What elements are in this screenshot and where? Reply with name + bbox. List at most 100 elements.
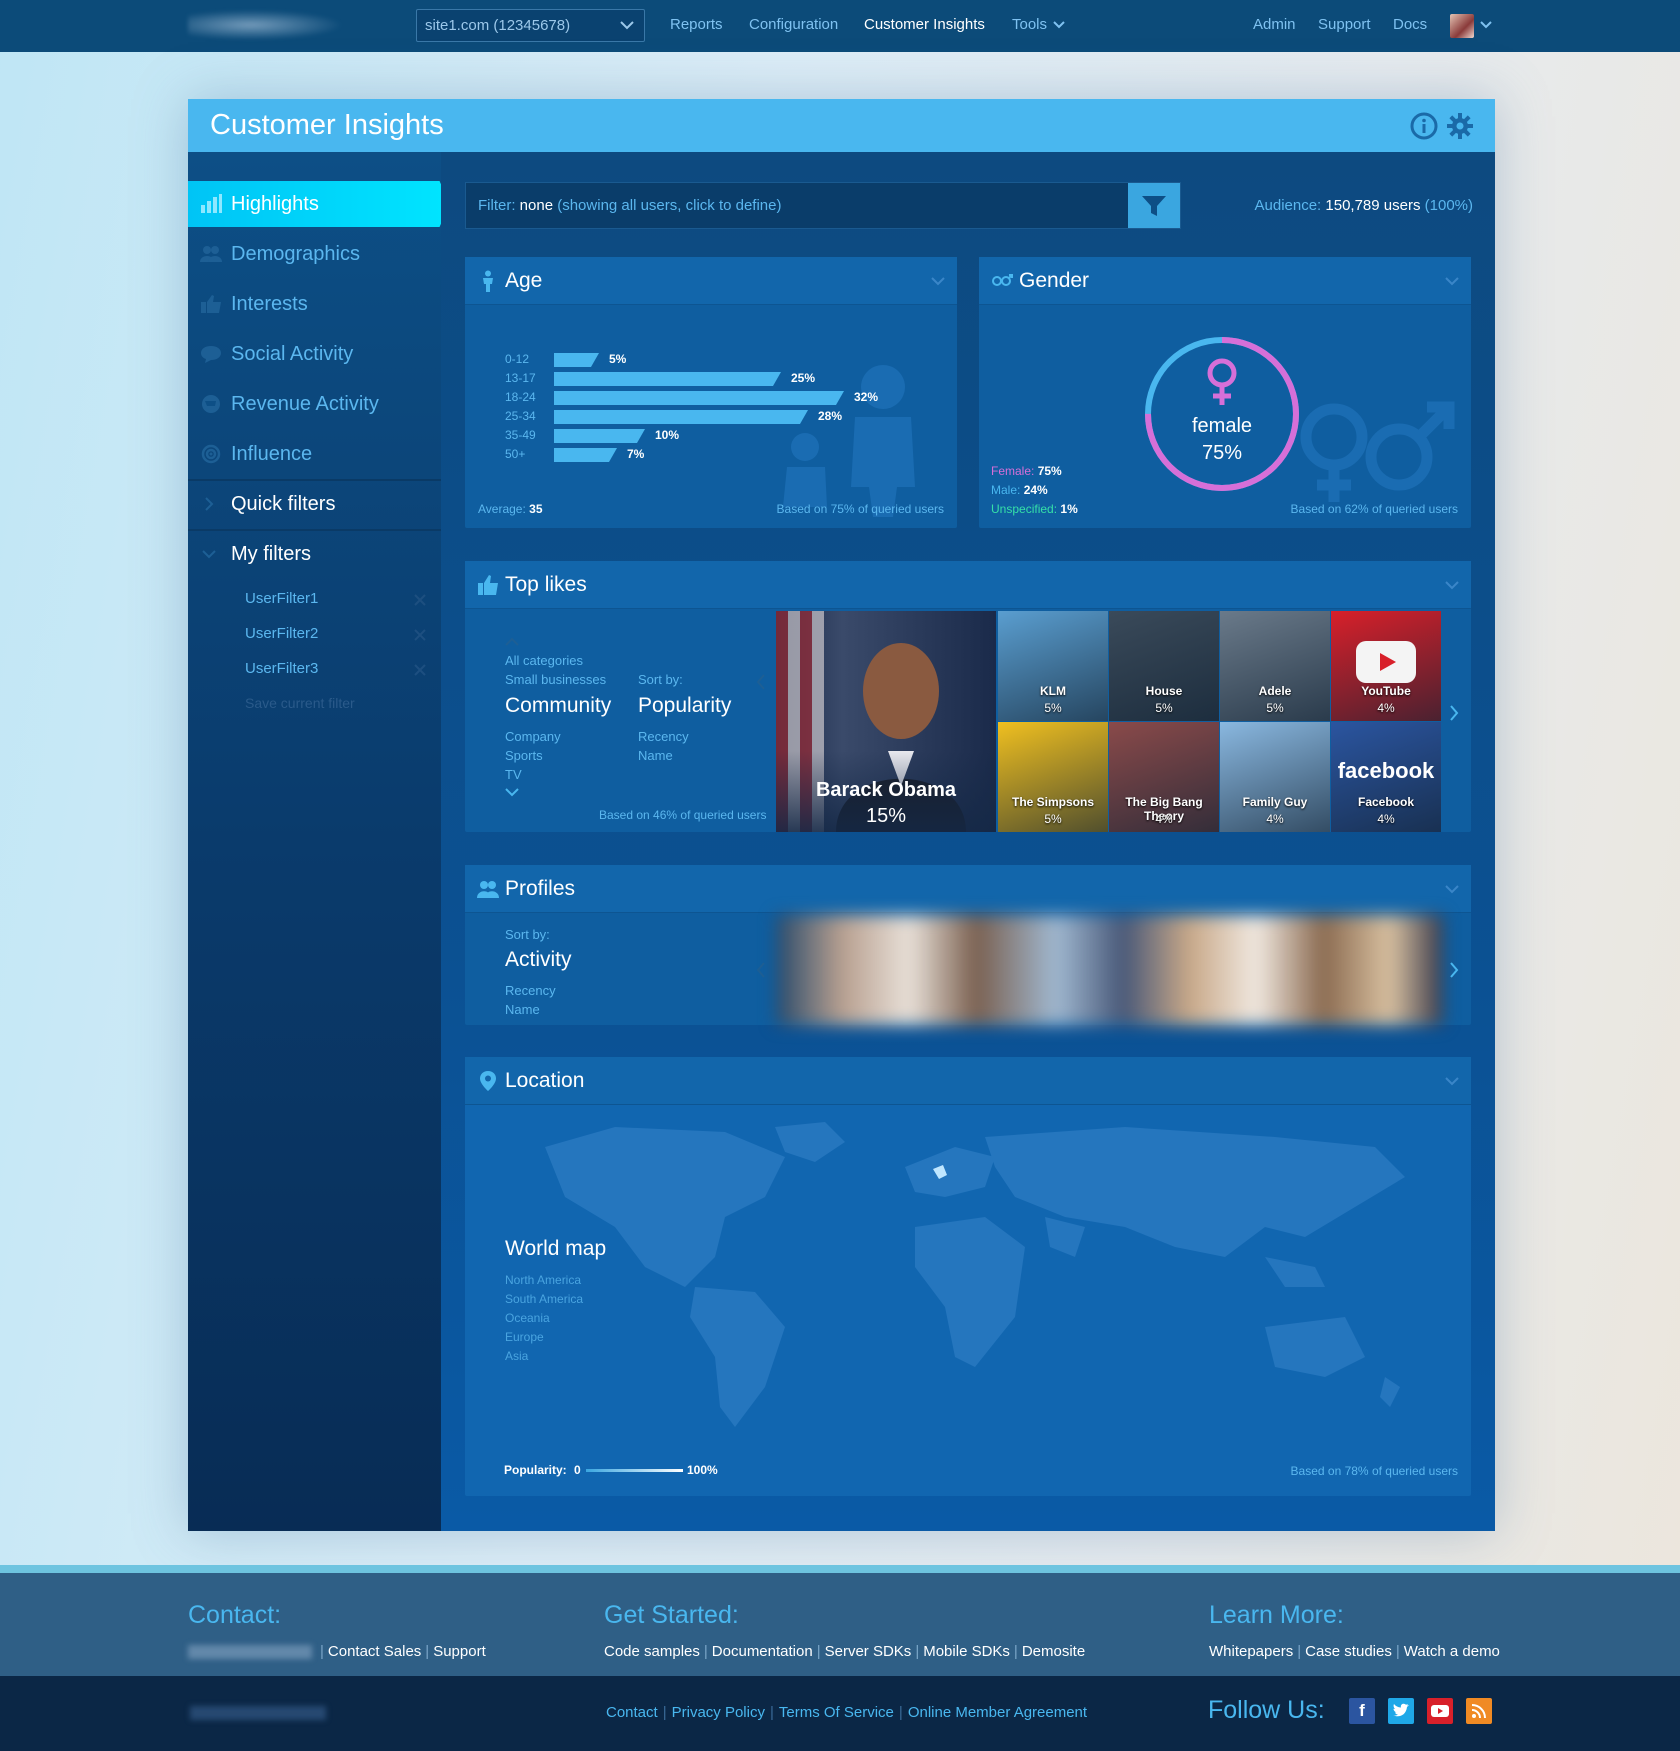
nav-tools[interactable]: Tools (1012, 16, 1065, 33)
footer-link[interactable]: Mobile SDKs (923, 1643, 1010, 1660)
nav-support[interactable]: Support (1318, 16, 1371, 33)
like-tile[interactable]: YouTube 4% (1331, 611, 1441, 721)
sort-current[interactable]: Activity (505, 948, 572, 972)
sort-option[interactable]: Name (638, 748, 673, 763)
nav-reports[interactable]: Reports (670, 16, 723, 33)
youtube-icon[interactable] (1427, 1698, 1453, 1724)
chevron-down-icon[interactable] (931, 277, 945, 286)
age-bar[interactable] (554, 429, 645, 443)
like-tile[interactable]: The Simpsons 5% (998, 722, 1108, 832)
footer-link[interactable]: Server SDKs (825, 1643, 912, 1660)
category-current[interactable]: Community (505, 694, 611, 718)
nav-customer-insights[interactable]: Customer Insights (864, 16, 985, 33)
chevron-right-icon[interactable] (1448, 704, 1460, 722)
footer-link[interactable]: Documentation (712, 1643, 813, 1660)
sidebar-item-demographics[interactable]: Demographics (188, 231, 441, 277)
footer-link[interactable]: Terms Of Service (779, 1704, 894, 1721)
close-icon[interactable] (413, 663, 427, 677)
close-icon[interactable] (413, 628, 427, 642)
info-icon[interactable] (1410, 112, 1438, 140)
site-select[interactable]: site1.com (12345678) (416, 9, 645, 42)
category-option[interactable]: All categories (505, 653, 583, 668)
nav-tools-label: Tools (1012, 16, 1048, 33)
user-filter-2[interactable]: UserFilter2 (245, 625, 318, 642)
chevron-up-icon[interactable] (505, 637, 519, 646)
brand-logo[interactable] (188, 10, 344, 40)
footer-link[interactable]: Demosite (1022, 1643, 1085, 1660)
footer-link[interactable]: Whitepapers (1209, 1643, 1293, 1660)
like-tile[interactable]: Family Guy 4% (1220, 722, 1330, 832)
chevron-down-icon[interactable] (505, 788, 519, 797)
footer-link[interactable]: Online Member Agreement (908, 1704, 1087, 1721)
sidebar-item-highlights[interactable]: Highlights (188, 181, 450, 227)
chevron-down-icon[interactable] (1445, 885, 1459, 894)
chevron-left-icon[interactable] (755, 961, 767, 979)
footer-link[interactable]: Case studies (1305, 1643, 1392, 1660)
twitter-icon[interactable] (1388, 1698, 1414, 1724)
sort-current[interactable]: Popularity (638, 694, 731, 718)
region-option[interactable]: Asia (505, 1349, 528, 1363)
like-tile[interactable]: House 5% (1109, 611, 1219, 721)
like-tile[interactable]: KLM 5% (998, 611, 1108, 721)
sidebar-item-influence[interactable]: Influence (188, 431, 441, 477)
filter-button[interactable] (1128, 183, 1180, 228)
profile-thumbnails[interactable] (776, 915, 1443, 1025)
chevron-down-icon[interactable] (1445, 277, 1459, 286)
like-tile[interactable]: The Big Bang Theory 4% (1109, 722, 1219, 832)
region-option[interactable]: Oceania (505, 1311, 550, 1325)
save-filter-link[interactable]: Save current filter (245, 695, 355, 711)
footer-link[interactable]: Watch a demo (1404, 1643, 1500, 1660)
panel-header[interactable]: Location (465, 1057, 1471, 1105)
footer-link[interactable]: Privacy Policy (672, 1704, 765, 1721)
age-bar[interactable] (554, 391, 844, 405)
like-tile[interactable]: facebook Facebook 4% (1331, 722, 1441, 832)
sidebar-my-filters[interactable]: My filters (188, 531, 441, 577)
panel-header[interactable]: Age (465, 257, 957, 305)
nav-admin[interactable]: Admin (1253, 16, 1296, 33)
user-filter-1[interactable]: UserFilter1 (245, 590, 318, 607)
sort-option[interactable]: Recency (638, 729, 689, 744)
feature-tile[interactable]: Barack Obama 15% (776, 611, 996, 832)
age-bar[interactable] (554, 410, 808, 424)
sidebar-item-interests[interactable]: Interests (188, 281, 441, 327)
category-option[interactable]: Small businesses (505, 672, 606, 687)
panel-header[interactable]: Top likes (465, 561, 1471, 609)
chevron-down-icon[interactable] (1480, 21, 1492, 29)
facebook-icon[interactable]: f (1349, 1698, 1375, 1724)
panel-header[interactable]: Profiles (465, 865, 1471, 913)
world-map[interactable] (525, 1117, 1455, 1437)
gear-icon[interactable] (1446, 112, 1474, 140)
category-option[interactable]: Company (505, 729, 561, 744)
rss-icon[interactable] (1466, 1698, 1492, 1724)
sort-option[interactable]: Recency (505, 983, 556, 998)
panel-header[interactable]: Gender (979, 257, 1471, 305)
avatar[interactable] (1450, 14, 1474, 38)
sort-option[interactable]: Name (505, 1002, 540, 1017)
region-option[interactable]: South America (505, 1292, 583, 1306)
footer-link[interactable]: Code samples (604, 1643, 700, 1660)
filter-bar[interactable]: Filter: none (showing all users, click t… (465, 182, 1181, 229)
chevron-down-icon[interactable] (1445, 581, 1459, 590)
region-option[interactable]: Europe (505, 1330, 544, 1344)
age-bar[interactable] (554, 448, 617, 462)
region-option[interactable]: North America (505, 1273, 581, 1287)
nav-docs[interactable]: Docs (1393, 16, 1427, 33)
footer-link[interactable]: Contact (606, 1704, 658, 1721)
footer-link[interactable]: Contact Sales (328, 1643, 421, 1660)
chevron-left-icon[interactable] (755, 673, 767, 691)
sidebar-quick-filters[interactable]: Quick filters (188, 481, 441, 527)
chevron-right-icon[interactable] (1448, 961, 1460, 979)
like-tile[interactable]: Adele 5% (1220, 611, 1330, 721)
category-option[interactable]: TV (505, 767, 522, 782)
user-filter-3[interactable]: UserFilter3 (245, 660, 318, 677)
sidebar-item-social-activity[interactable]: Social Activity (188, 331, 441, 377)
nav-configuration[interactable]: Configuration (749, 16, 838, 33)
footer-link[interactable]: Support (433, 1643, 486, 1660)
sidebar-item-revenue-activity[interactable]: Revenue Activity (188, 381, 441, 427)
chevron-down-icon[interactable] (1445, 1077, 1459, 1086)
age-bar[interactable] (554, 353, 599, 367)
map-title: World map (505, 1237, 607, 1260)
close-icon[interactable] (413, 593, 427, 607)
age-bar[interactable] (554, 372, 781, 386)
category-option[interactable]: Sports (505, 748, 543, 763)
